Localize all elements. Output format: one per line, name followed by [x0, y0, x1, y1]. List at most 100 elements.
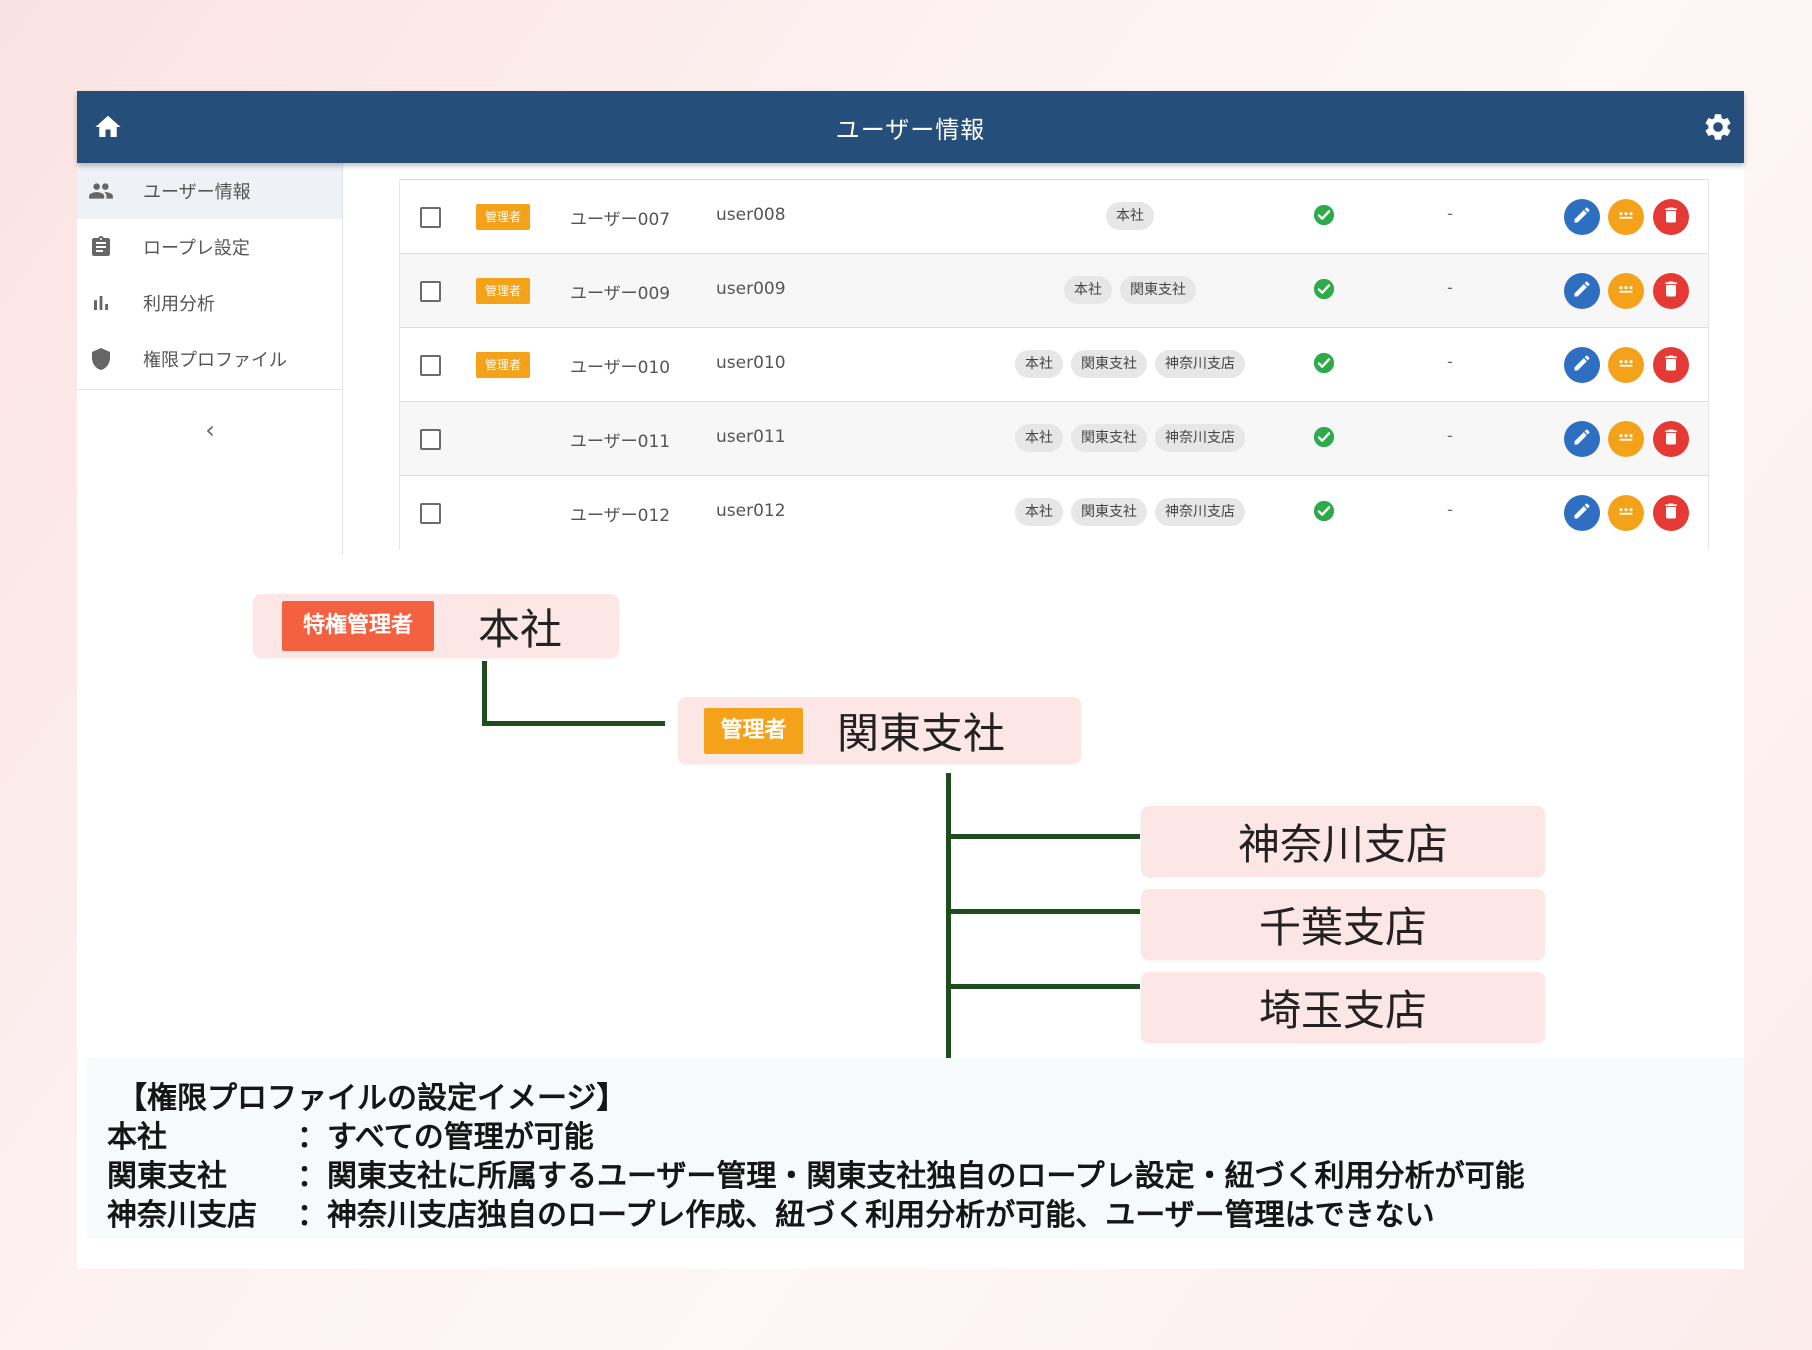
- user-name: ユーザー007: [570, 210, 671, 230]
- check-circle-icon: [1313, 352, 1335, 374]
- row-checkbox[interactable]: [420, 207, 441, 228]
- edit-button[interactable]: [1564, 347, 1600, 383]
- admin-tag: 管理者: [704, 707, 803, 754]
- shield-icon: [87, 345, 115, 373]
- connector: [946, 834, 1140, 839]
- legend-heading: 【権限プロファイルの設定イメージ】: [117, 1081, 627, 1116]
- node-label: 埼玉支店: [1258, 986, 1427, 1035]
- office-chip: 神奈川支店: [1155, 350, 1245, 378]
- sidebar-item-user-info[interactable]: ユーザー情報: [77, 163, 342, 219]
- role-badge: 管理者: [476, 204, 530, 230]
- pencil-icon: [1572, 353, 1592, 377]
- delete-button[interactable]: [1653, 347, 1689, 383]
- extra-value: -: [1447, 204, 1453, 223]
- sidebar-item-usage-analysis[interactable]: 利用分析: [77, 275, 342, 331]
- check-circle-icon: [1313, 500, 1335, 522]
- connector: [946, 909, 1140, 914]
- sidebar-item-permission-profile[interactable]: 権限プロファイル: [77, 331, 342, 387]
- user-name: ユーザー010: [570, 358, 671, 378]
- office-chip: 関東支社: [1071, 350, 1147, 378]
- user-id: user010: [716, 353, 786, 373]
- office-chips: 本社 関東支社: [890, 276, 1370, 304]
- table-row: ユーザー011 user011 本社 関東支社 神奈川支店 -: [400, 402, 1708, 476]
- edit-button[interactable]: [1564, 199, 1600, 235]
- people-icon: [87, 177, 115, 205]
- more-dots-icon: [1615, 500, 1637, 526]
- office-chip: 本社: [1015, 350, 1063, 378]
- user-id: user011: [716, 427, 786, 447]
- delete-button[interactable]: [1653, 199, 1689, 235]
- sidebar-item-label: 利用分析: [143, 294, 215, 315]
- sidebar-item-label: ロープレ設定: [143, 238, 250, 259]
- delete-button[interactable]: [1653, 421, 1689, 457]
- legend-value: ：すべての管理が可能: [297, 1120, 594, 1155]
- clipboard-icon: [87, 233, 115, 261]
- pencil-icon: [1572, 279, 1592, 303]
- table-row: 管理者 ユーザー007 user008 本社 -: [400, 180, 1708, 254]
- office-chips: 本社 関東支社 神奈川支店: [890, 498, 1370, 526]
- edit-button[interactable]: [1564, 495, 1600, 531]
- collapse-sidebar-button[interactable]: ‹: [193, 413, 227, 447]
- page-title: ユーザー情報: [835, 116, 986, 144]
- more-button[interactable]: [1608, 199, 1644, 235]
- node-kanagawa: 神奈川支店: [1141, 806, 1545, 877]
- user-id: user008: [716, 205, 786, 225]
- node-label: 千葉支店: [1258, 903, 1427, 952]
- more-button[interactable]: [1608, 347, 1644, 383]
- node-saitama: 埼玉支店: [1141, 972, 1545, 1043]
- office-chips: 本社 関東支社 神奈川支店: [890, 350, 1370, 378]
- app-window: ユーザー情報 ユーザー情報 ロープレ設定 利用分析 権限プロファイル ‹ 管理者…: [77, 91, 1744, 1269]
- table-row: 管理者 ユーザー009 user009 本社 関東支社 -: [400, 254, 1708, 328]
- row-checkbox[interactable]: [420, 503, 441, 524]
- chevron-left-icon: ‹: [205, 416, 215, 444]
- office-chip: 本社: [1106, 202, 1154, 230]
- top-bar: ユーザー情報: [77, 91, 1744, 163]
- row-checkbox[interactable]: [420, 429, 441, 450]
- user-name: ユーザー012: [570, 506, 671, 526]
- user-id: user009: [716, 279, 786, 299]
- office-chip: 本社: [1015, 424, 1063, 452]
- trash-icon: [1661, 427, 1681, 451]
- role-badge: 管理者: [476, 352, 530, 378]
- privileged-admin-tag: 特権管理者: [282, 601, 434, 651]
- office-chip: 本社: [1064, 276, 1112, 304]
- office-chip: 関東支社: [1071, 498, 1147, 526]
- delete-button[interactable]: [1653, 273, 1689, 309]
- node-chiba: 千葉支店: [1141, 889, 1545, 960]
- trash-icon: [1661, 205, 1681, 229]
- sidebar-item-label: 権限プロファイル: [143, 350, 287, 371]
- node-label: 本社: [478, 604, 563, 654]
- office-chips: 本社 関東支社 神奈川支店: [890, 424, 1370, 452]
- office-chip: 関東支社: [1120, 276, 1196, 304]
- trash-icon: [1661, 279, 1681, 303]
- more-dots-icon: [1615, 204, 1637, 230]
- pencil-icon: [1572, 205, 1592, 229]
- more-button[interactable]: [1608, 273, 1644, 309]
- gear-icon[interactable]: [1702, 111, 1734, 143]
- table-row: ユーザー012 user012 本社 関東支社 神奈川支店 -: [400, 476, 1708, 550]
- more-button[interactable]: [1608, 421, 1644, 457]
- legend-line: 関東支社 ：関東支社に所属するユーザー管理・関東支社独自のロープレ設定・紐づく利…: [107, 1151, 1727, 1195]
- more-dots-icon: [1615, 352, 1637, 378]
- edit-button[interactable]: [1564, 421, 1600, 457]
- user-name: ユーザー011: [570, 432, 671, 452]
- trash-icon: [1661, 353, 1681, 377]
- edit-button[interactable]: [1564, 273, 1600, 309]
- extra-value: -: [1447, 352, 1453, 371]
- legend-box: 【権限プロファイルの設定イメージ】 本社 ：すべての管理が可能 関東支社 ：関東…: [87, 1058, 1744, 1238]
- office-chip: 本社: [1015, 498, 1063, 526]
- row-checkbox[interactable]: [420, 281, 441, 302]
- sidebar-item-label: ユーザー情報: [143, 182, 251, 203]
- more-dots-icon: [1615, 426, 1637, 452]
- row-checkbox[interactable]: [420, 355, 441, 376]
- sidebar: ユーザー情報 ロープレ設定 利用分析 権限プロファイル ‹: [77, 163, 343, 555]
- extra-value: -: [1447, 278, 1453, 297]
- more-dots-icon: [1615, 278, 1637, 304]
- delete-button[interactable]: [1653, 495, 1689, 531]
- legend-value: ：関東支社に所属するユーザー管理・関東支社独自のロープレ設定・紐づく利用分析が可…: [297, 1159, 1525, 1194]
- sidebar-divider: [77, 389, 342, 390]
- pencil-icon: [1572, 427, 1592, 451]
- more-button[interactable]: [1608, 495, 1644, 531]
- sidebar-item-roleplay-settings[interactable]: ロープレ設定: [77, 219, 342, 275]
- check-circle-icon: [1313, 278, 1335, 300]
